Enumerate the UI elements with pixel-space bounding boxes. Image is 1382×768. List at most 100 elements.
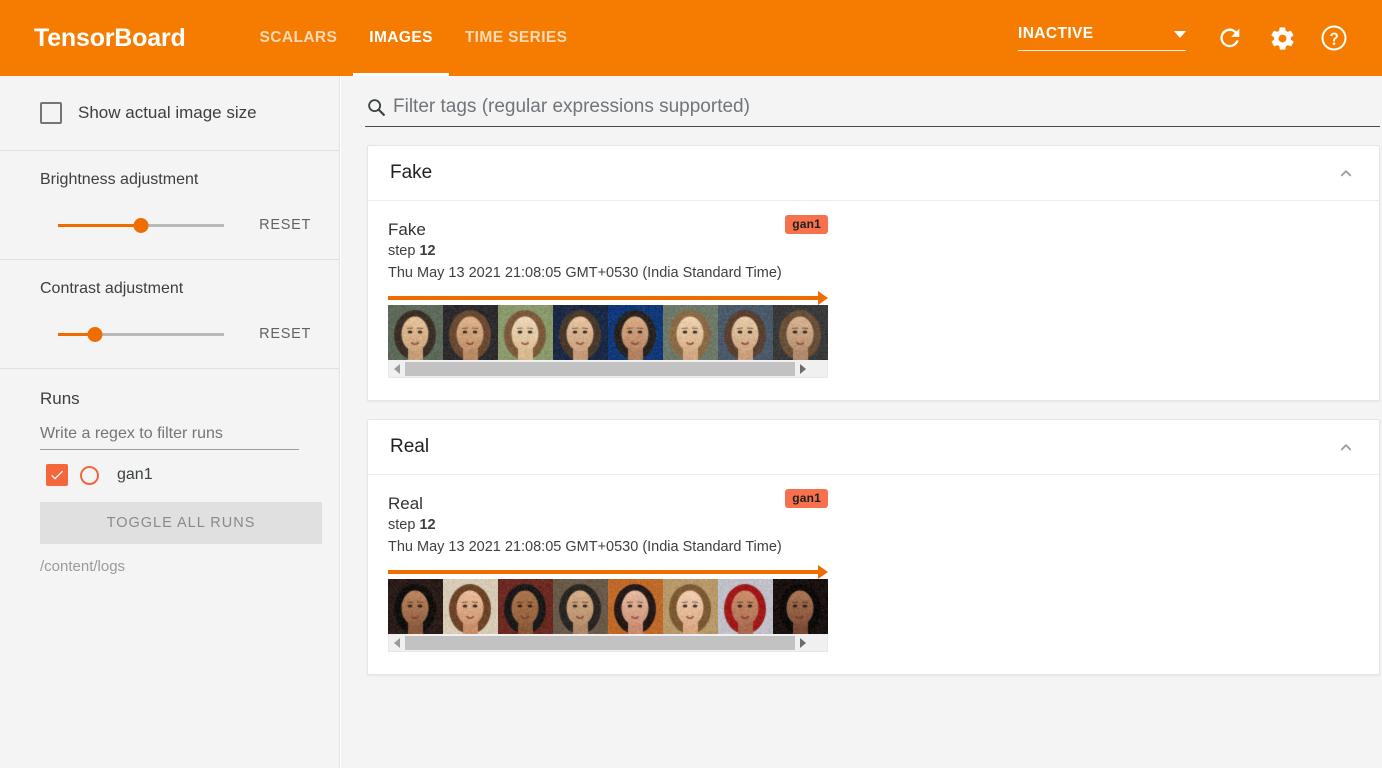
run-checkbox-icon[interactable] — [46, 464, 68, 486]
slider-thumb[interactable] — [134, 218, 149, 233]
contrast-reset-button[interactable]: RESET — [251, 320, 319, 348]
arrow-right-icon — [800, 638, 806, 648]
tag-filter-input[interactable] — [393, 96, 1380, 118]
slider-thumb[interactable] — [87, 327, 102, 342]
image-thumbnail[interactable] — [443, 579, 498, 634]
tab-time-series[interactable]: TIME SERIES — [449, 0, 584, 76]
card-real: Real Real step 12 Thu May 13 2021 21:08:… — [367, 419, 1380, 675]
run-status-dropdown[interactable]: INACTIVE — [1018, 25, 1186, 51]
image-thumbnail[interactable] — [663, 579, 718, 634]
runs-filter-input[interactable] — [40, 425, 299, 443]
step-slider-thumb[interactable] — [818, 291, 828, 305]
image-thumbnail[interactable] — [498, 305, 553, 360]
step-slider-fake[interactable] — [388, 291, 828, 305]
refresh-button[interactable] — [1206, 14, 1254, 62]
chevron-up-icon[interactable] — [1335, 162, 1357, 184]
image-thumbnail[interactable] — [608, 579, 663, 634]
step-slider-thumb[interactable] — [818, 565, 828, 579]
image-thumbnail[interactable] — [663, 305, 718, 360]
thumbnail-canvas — [608, 579, 663, 634]
image-thumbnail[interactable] — [388, 305, 443, 360]
contrast-slider[interactable] — [58, 324, 224, 344]
gear-icon — [1269, 25, 1296, 52]
show-actual-image-size-checkbox[interactable]: Show actual image size — [0, 96, 339, 130]
image-thumbnail[interactable] — [553, 305, 608, 360]
run-item-gan1[interactable]: gan1 — [0, 450, 339, 496]
tab-images[interactable]: IMAGES — [353, 0, 449, 76]
scrollbar-thumb[interactable] — [405, 636, 795, 650]
run-badge: gan1 — [785, 489, 828, 508]
show-actual-image-size-label: Show actual image size — [78, 103, 257, 123]
help-icon — [1319, 23, 1349, 53]
image-thumbnail[interactable] — [498, 579, 553, 634]
card-fake-header[interactable]: Fake — [368, 146, 1379, 201]
scroll-right-button[interactable] — [795, 360, 811, 378]
image-thumbnail[interactable] — [443, 305, 498, 360]
toggle-all-runs-button[interactable]: TOGGLE ALL RUNS — [40, 502, 322, 544]
main-nav: SCALARS IMAGES TIME SERIES — [244, 0, 584, 76]
help-button[interactable] — [1310, 14, 1358, 62]
brightness-row: RESET — [0, 211, 339, 239]
brightness-title: Brightness adjustment — [0, 171, 339, 189]
image-thumbnail[interactable] — [553, 579, 608, 634]
scrollbar-thumb[interactable] — [405, 362, 795, 376]
tag-timestamp: Thu May 13 2021 21:08:05 GMT+0530 (India… — [388, 536, 828, 558]
tag-filter-bar — [365, 96, 1380, 127]
thumbnail-canvas — [553, 579, 608, 634]
app-bar-actions: INACTIVE — [1018, 14, 1358, 62]
settings-button[interactable] — [1258, 14, 1306, 62]
slider-fill — [58, 224, 141, 227]
thumbnail-canvas — [663, 305, 718, 360]
tag-name: Real — [388, 493, 828, 515]
card-fake: Fake Fake step 12 Thu May 13 2021 21:08:… — [367, 145, 1380, 401]
tag-step-label: step — [388, 243, 415, 259]
thumbnail-canvas — [388, 579, 443, 634]
thumbnail-canvas — [773, 579, 828, 634]
image-thumbnail[interactable] — [608, 305, 663, 360]
brightness-section: Brightness adjustment RESET — [0, 151, 339, 260]
contrast-title: Contrast adjustment — [0, 280, 339, 298]
contrast-section: Contrast adjustment RESET — [0, 260, 339, 369]
tag-header-fake: Fake step 12 Thu May 13 2021 21:08:05 GM… — [388, 219, 828, 284]
card-real-header[interactable]: Real — [368, 420, 1379, 475]
image-strip-scrollbar-fake[interactable] — [388, 360, 828, 378]
contrast-row: RESET — [0, 320, 339, 348]
thumbnail-canvas — [443, 579, 498, 634]
tab-scalars[interactable]: SCALARS — [244, 0, 354, 76]
step-slider-real[interactable] — [388, 565, 828, 579]
runs-section: Runs gan1 TOGGLE ALL RUNS /content/logs — [0, 369, 339, 595]
chevron-up-icon[interactable] — [1335, 436, 1357, 458]
thumbnail-canvas — [718, 579, 773, 634]
chevron-down-icon — [1174, 31, 1186, 38]
image-strip-fake — [388, 305, 828, 360]
tag-step: step 12 — [388, 515, 828, 535]
arrow-right-icon — [800, 364, 806, 374]
tag-step-value: 12 — [419, 243, 435, 259]
runs-filter — [40, 425, 299, 450]
image-thumbnail[interactable] — [773, 305, 828, 360]
image-size-section: Show actual image size — [0, 76, 339, 151]
scroll-left-button[interactable] — [389, 360, 405, 378]
card-real-title: Real — [390, 436, 429, 458]
run-color-circle-icon — [80, 466, 99, 485]
brightness-slider[interactable] — [58, 215, 224, 235]
image-thumbnail[interactable] — [718, 579, 773, 634]
checkbox-icon — [40, 102, 62, 124]
step-slider-bar — [388, 296, 822, 300]
image-thumbnail[interactable] — [718, 305, 773, 360]
thumbnail-canvas — [388, 305, 443, 360]
tag-timestamp: Thu May 13 2021 21:08:05 GMT+0530 (India… — [388, 262, 828, 284]
image-thumbnail[interactable] — [388, 579, 443, 634]
thumbnail-canvas — [718, 305, 773, 360]
brightness-reset-button[interactable]: RESET — [251, 211, 319, 239]
thumbnail-canvas — [553, 305, 608, 360]
arrow-left-icon — [394, 364, 400, 374]
image-strip-scrollbar-real[interactable] — [388, 634, 828, 652]
runs-title: Runs — [0, 389, 339, 409]
thumbnail-canvas — [663, 579, 718, 634]
tag-step-label: step — [388, 517, 415, 533]
scroll-left-button[interactable] — [389, 634, 405, 652]
card-fake-body: Fake step 12 Thu May 13 2021 21:08:05 GM… — [368, 201, 1379, 400]
image-thumbnail[interactable] — [773, 579, 828, 634]
scroll-right-button[interactable] — [795, 634, 811, 652]
